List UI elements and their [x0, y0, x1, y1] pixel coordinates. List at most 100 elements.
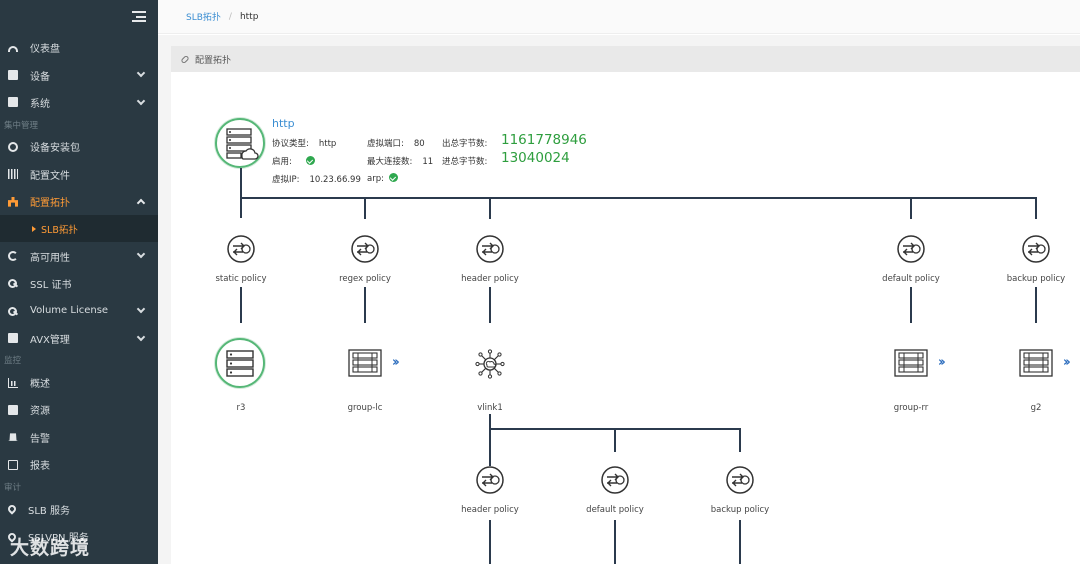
sidebar-item-ha[interactable]: 高可用性 — [0, 242, 158, 269]
sidebar-section-monitor: 监控 — [4, 356, 22, 367]
chevron-down-icon — [136, 304, 146, 314]
policy-router-icon[interactable] — [226, 234, 256, 264]
sidebar-item-alerts[interactable]: 告警 — [0, 424, 158, 451]
sidebar-item-config-files[interactable]: 配置文件 — [0, 161, 158, 188]
sidebar-item-avx[interactable]: AVX管理 — [0, 325, 158, 352]
breadcrumb-root-link[interactable]: SLB拓扑 — [186, 10, 221, 23]
connector-bus — [240, 197, 1037, 199]
sidebar-item-label: 报表 — [30, 461, 50, 473]
sidebar-item-resources[interactable]: 资源 — [0, 396, 158, 423]
real-server-node[interactable] — [215, 338, 265, 388]
check-circle-icon — [388, 173, 398, 182]
server-group-icon[interactable] — [1019, 348, 1053, 378]
sidebar-subitem-slb-topology[interactable]: SLB拓扑 — [0, 215, 158, 243]
sidebar-item-volume-license[interactable]: Volume License — [0, 297, 158, 324]
target-label: group-rr — [893, 403, 929, 413]
server-cloud-icon — [226, 128, 259, 160]
vs-max-conn-value: 11 — [422, 157, 434, 167]
policy-router-icon[interactable] — [725, 465, 755, 495]
policy-router-icon[interactable] — [350, 234, 380, 264]
connector-line — [364, 197, 366, 219]
sidebar-item-label: 配置拓扑 — [30, 198, 70, 210]
sidebar-item-label: SSL 证书 — [30, 279, 72, 291]
vs-max-conn-label: 最大连接数: — [367, 157, 413, 167]
target-label: g2 — [1030, 403, 1042, 413]
avx-icon — [8, 333, 18, 344]
policy-label: header policy — [461, 274, 519, 284]
sidebar-item-label: 配置文件 — [30, 170, 70, 182]
connector-line — [489, 520, 491, 564]
policy-label: static policy — [215, 274, 267, 284]
breadcrumb-current: http — [239, 11, 259, 22]
sidebar-item-system[interactable]: 系统 — [0, 89, 158, 116]
vlink-network-icon[interactable] — [474, 348, 506, 380]
vs-arp-label: arp: — [367, 174, 384, 184]
caret-right-icon — [32, 225, 36, 232]
sidebar-toggle[interactable] — [0, 0, 158, 34]
sidebar-item-dashboard[interactable]: 仪表盘 — [0, 34, 158, 61]
vs-vip-value: 10.23.66.99 — [309, 175, 361, 185]
expand-chevrons-icon[interactable]: ›› — [1063, 355, 1071, 370]
sidebar-item-overview[interactable]: 概述 — [0, 369, 158, 396]
menu-toggle-icon[interactable] — [132, 11, 146, 22]
expand-chevrons-icon[interactable]: ›› — [938, 355, 946, 370]
sidebar-item-ssl[interactable]: SSL 证书 — [0, 270, 158, 297]
policy-router-icon[interactable] — [896, 234, 926, 264]
expand-chevrons-icon[interactable]: ›› — [392, 355, 400, 370]
refresh-icon — [8, 251, 18, 262]
sidebar-item-label: 设备 — [30, 71, 50, 83]
vs-out-bytes: 出总字节数: — [442, 137, 487, 149]
panel-title: 配置拓扑 — [195, 55, 232, 66]
connector-line — [364, 287, 366, 323]
panel-header: 配置拓扑 — [171, 46, 1080, 72]
sidebar-item-label: 设备安装包 — [30, 143, 80, 155]
watermark-text: 大数跨境 — [10, 537, 91, 559]
virtual-server-name[interactable]: http — [272, 117, 295, 130]
package-icon — [8, 141, 18, 152]
sidebar-item-packages[interactable]: 设备安装包 — [0, 133, 158, 160]
chevron-down-icon — [136, 332, 146, 341]
policy-router-icon[interactable] — [600, 465, 630, 495]
vs-in-bytes-label: 进总字节数: — [442, 157, 488, 167]
breadcrumb: SLB拓扑 / http — [158, 0, 1080, 34]
sidebar-item-label: 高可用性 — [30, 252, 70, 264]
vs-vip-label: 虚拟IP: — [272, 175, 300, 185]
sidebar-item-config-topology[interactable]: 配置拓扑 — [0, 188, 158, 215]
sidebar-item-label: 资源 — [30, 406, 50, 418]
sidebar-item-devices[interactable]: 设备 — [0, 61, 158, 88]
connector-line — [910, 197, 912, 219]
policy-router-icon[interactable] — [1021, 234, 1051, 264]
pin-icon — [6, 503, 18, 515]
vs-port-label: 虚拟端口: — [367, 139, 404, 149]
policy-label: header policy — [461, 505, 519, 515]
policy-label: default policy — [586, 505, 644, 515]
sidebar-item-reports[interactable]: 报表 — [0, 451, 158, 478]
sidebar-item-label: SLB 服务 — [28, 505, 70, 517]
key-icon — [8, 306, 18, 316]
sliders-icon — [8, 169, 18, 180]
virtual-server-node[interactable] — [215, 118, 265, 168]
connector-line — [489, 287, 491, 323]
connector-line — [614, 428, 616, 452]
target-label: vlink1 — [477, 403, 503, 413]
vs-arp: arp: — [367, 173, 398, 184]
connector-line — [1035, 197, 1037, 219]
sidebar-item-label: 系统 — [30, 98, 50, 110]
sidebar-item-slb-service[interactable]: SLB 服务 — [0, 495, 158, 522]
bar-chart-icon — [8, 377, 18, 388]
vs-port-value: 80 — [413, 139, 425, 149]
server-group-icon[interactable] — [894, 348, 928, 378]
bell-icon — [8, 433, 18, 441]
server-group-icon[interactable] — [348, 348, 382, 378]
policy-router-icon[interactable] — [475, 234, 505, 264]
connector-line — [739, 428, 741, 452]
vs-protocol-value: http — [318, 139, 337, 149]
sidebar-subitem-label: SLB拓扑 — [41, 224, 78, 236]
sitemap-icon — [8, 196, 18, 207]
key-icon — [8, 278, 18, 289]
policy-label: backup policy — [710, 505, 770, 515]
vs-protocol-label: 协议类型: — [272, 139, 309, 149]
policy-router-icon[interactable] — [475, 465, 505, 495]
connector-line — [240, 168, 242, 218]
connector-line — [489, 414, 491, 466]
